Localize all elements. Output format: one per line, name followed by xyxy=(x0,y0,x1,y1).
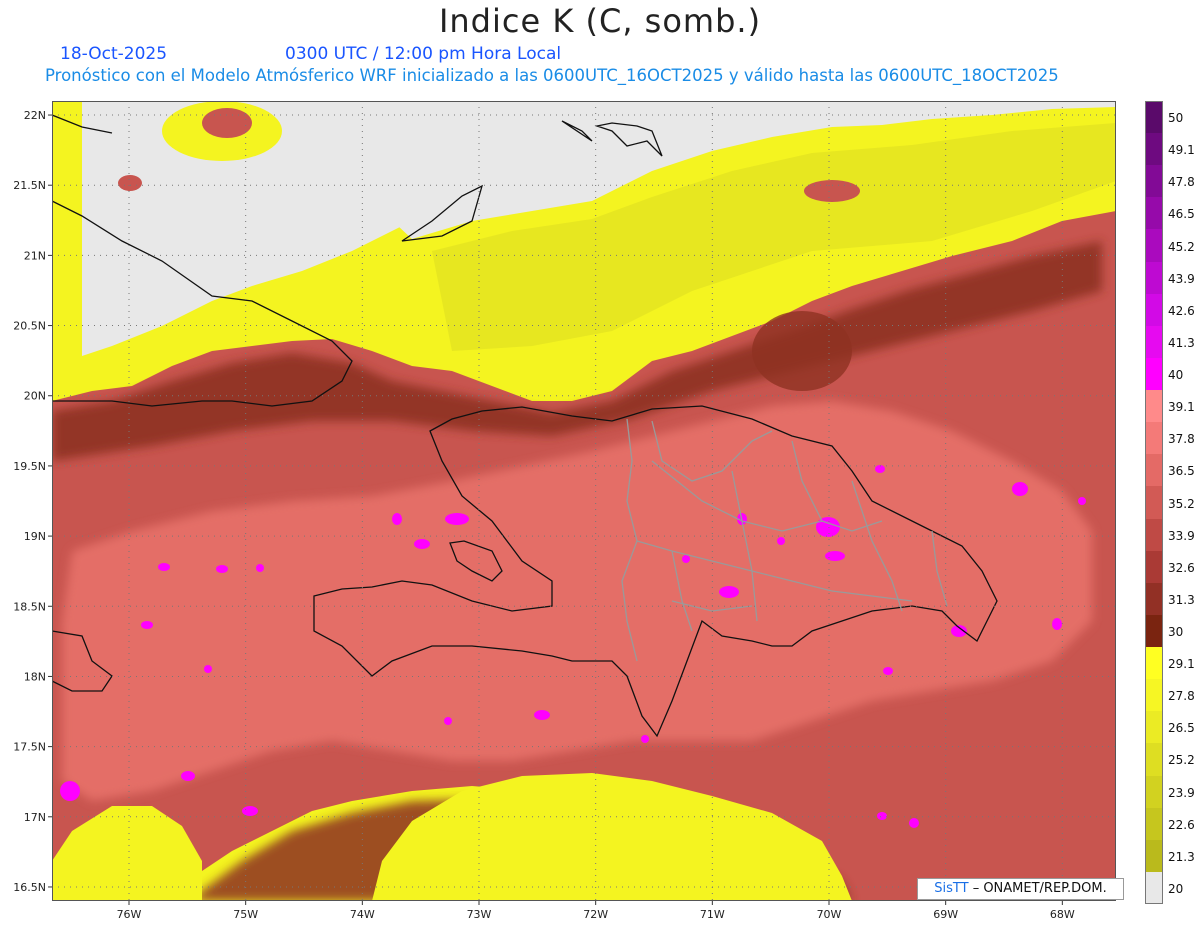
color-scale-label: 23.9 xyxy=(1168,785,1195,800)
lon-label: 73W xyxy=(467,908,492,921)
color-scale-border xyxy=(1145,101,1163,904)
color-scale-label: 20 xyxy=(1168,881,1184,896)
forecast-time: 0300 UTC / 12:00 pm Hora Local xyxy=(285,44,562,64)
lat-label: 21N xyxy=(24,249,46,262)
lon-label: 69W xyxy=(933,908,958,921)
forecast-date: 18-Oct-2025 xyxy=(60,44,168,64)
color-scale-label: 29.1 xyxy=(1168,657,1195,672)
color-scale-label: 33.9 xyxy=(1168,528,1195,543)
lon-label: 70W xyxy=(817,908,842,921)
color-scale-label: 26.5 xyxy=(1168,721,1195,736)
lon-label: 71W xyxy=(700,908,725,921)
lat-label: 19N xyxy=(24,530,46,543)
color-scale-label: 25.2 xyxy=(1168,753,1195,768)
lon-label: 72W xyxy=(583,908,608,921)
lat-label: 16.5N xyxy=(13,881,46,894)
color-scale-label: 27.8 xyxy=(1168,689,1195,704)
k-index-map xyxy=(52,101,1116,901)
color-scale-label: 22.6 xyxy=(1168,817,1195,832)
lon-label: 75W xyxy=(233,908,258,921)
lon-label: 76W xyxy=(117,908,142,921)
color-scale-label: 49.1 xyxy=(1168,143,1195,158)
patch-brown-ne xyxy=(804,180,860,202)
lat-label: 20.5N xyxy=(13,320,46,333)
color-scale-label: 39.1 xyxy=(1168,400,1195,415)
credit-text: – ONAMET/REP.DOM. xyxy=(968,881,1107,896)
lat-label: 17N xyxy=(24,811,46,824)
color-scale-label: 36.5 xyxy=(1168,464,1195,479)
color-scale-label: 41.3 xyxy=(1168,335,1195,350)
color-scale-label: 32.6 xyxy=(1168,560,1195,575)
patch-red-nw2 xyxy=(118,175,142,191)
model-description: Pronóstico con el Modelo Atmósferico WRF… xyxy=(45,66,1059,85)
color-scale-label: 35.2 xyxy=(1168,496,1195,511)
color-scale-label: 42.6 xyxy=(1168,303,1195,318)
color-scale-label: 47.8 xyxy=(1168,175,1195,190)
lat-label: 18.5N xyxy=(13,600,46,613)
lat-label: 22N xyxy=(24,109,46,122)
patch-red-nw xyxy=(202,108,252,138)
lat-label: 20N xyxy=(24,390,46,403)
color-scale-label: 50 xyxy=(1168,111,1184,126)
credit-box: SisTT – ONAMET/REP.DOM. xyxy=(917,878,1124,900)
map-area xyxy=(52,101,1116,901)
lon-label: 68W xyxy=(1050,908,1075,921)
color-scale-label: 31.3 xyxy=(1168,592,1195,607)
patch-brown-n xyxy=(752,311,852,391)
color-scale-label: 40 xyxy=(1168,368,1184,383)
color-scale-label: 45.2 xyxy=(1168,239,1195,254)
chart-title: Indice K (C, somb.) xyxy=(438,2,762,40)
color-scale-label: 21.3 xyxy=(1168,849,1195,864)
color-scale-bar xyxy=(1145,101,1163,905)
color-scale-label: 37.8 xyxy=(1168,432,1195,447)
color-scale-label: 30 xyxy=(1168,624,1184,639)
color-scale-label: 43.9 xyxy=(1168,271,1195,286)
lat-label: 18N xyxy=(24,670,46,683)
sistt-logo-text: SisTT xyxy=(934,881,969,896)
lon-label: 74W xyxy=(350,908,375,921)
lat-label: 21.5N xyxy=(13,179,46,192)
color-scale-label: 46.5 xyxy=(1168,207,1195,222)
lat-label: 19.5N xyxy=(13,460,46,473)
lat-label: 17.5N xyxy=(13,741,46,754)
